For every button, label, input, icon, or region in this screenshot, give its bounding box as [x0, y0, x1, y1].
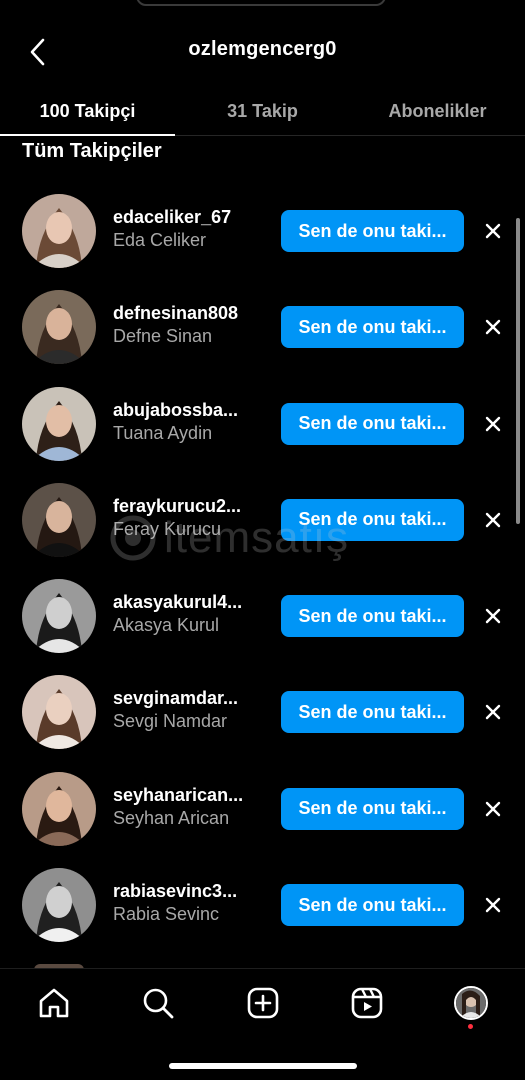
follower-username[interactable]: rabiasevinc3... — [113, 880, 263, 902]
follower-row[interactable]: rabiasevinc3... Rabia Sevinc Sen de onu ta… — [0, 856, 525, 952]
follower-avatar[interactable] — [22, 868, 96, 943]
follower-row[interactable]: akasyakurul4... Akasya Kurul Sen de onu ta… — [0, 567, 525, 663]
follower-names: akasyakurul4... Akasya Kurul — [113, 591, 263, 637]
remove-follower-button[interactable] — [480, 411, 506, 437]
tab-followers[interactable]: 100 Takipçi — [0, 86, 175, 136]
follow-back-button[interactable]: Sen de onu taki... — [281, 884, 464, 927]
follower-fullname: Sevgi Namdar — [113, 711, 228, 732]
watermark: itemsatış — [110, 508, 430, 568]
remove-follower-button[interactable] — [480, 699, 506, 725]
follower-row[interactable]: defnesinan808 Defne Sinan Sen de onu taki.… — [0, 278, 525, 374]
header: ozlemgencerg0 — [0, 24, 525, 76]
remove-follower-button[interactable] — [480, 507, 506, 533]
follower-avatar[interactable] — [22, 194, 96, 268]
follower-fullname: Akasya Kurul — [113, 615, 220, 636]
nav-search[interactable] — [140, 985, 176, 1021]
follower-username[interactable]: sevginamdar... — [113, 687, 263, 709]
remove-follower-button[interactable] — [480, 314, 506, 340]
section-title: Tüm Takipçiler — [22, 140, 162, 162]
home-indicator — [169, 1063, 357, 1069]
close-icon — [485, 705, 501, 720]
nav-profile[interactable] — [453, 985, 489, 1021]
follower-fullname: Eda Celiker — [113, 230, 207, 250]
follower-avatar[interactable] — [22, 386, 96, 461]
page-title: ozlemgencerg0 — [188, 38, 337, 60]
close-icon — [485, 608, 501, 624]
follower-username[interactable]: seyhanarican... — [113, 784, 263, 806]
notification-dot — [468, 1024, 473, 1029]
follow-back-button[interactable]: Sen de onu taki... — [281, 595, 464, 638]
nav-home[interactable] — [36, 985, 72, 1021]
close-icon — [485, 801, 501, 816]
remove-follower-button[interactable] — [480, 218, 506, 244]
follow-back-button[interactable]: Sen de onu taki... — [281, 691, 464, 734]
active-tab-indicator — [0, 134, 175, 136]
dynamic-island — [136, 0, 386, 6]
search-icon — [143, 988, 174, 1019]
watermark-text: itemsatış — [164, 513, 350, 562]
follower-names: rabiasevinc3... Rabia Sevinc — [113, 880, 263, 926]
follower-names: edaceliker_67 Eda Celiker — [113, 206, 263, 252]
reels-icon — [351, 987, 383, 1019]
follower-row[interactable]: seyhanarican... Seyhan Arican Sen de onu t… — [0, 760, 525, 856]
follower-names: abujabossba... Tuana Aydin — [113, 399, 263, 445]
follower-avatar[interactable] — [22, 675, 96, 750]
follower-row[interactable]: sevginamdar... Sevgi Namdar Sen de onu tak… — [0, 663, 525, 759]
follower-username[interactable]: akasyakurul4... — [113, 591, 263, 613]
follower-fullname: Defne Sinan — [113, 326, 213, 347]
scrollbar[interactable] — [516, 218, 520, 524]
close-icon — [485, 320, 501, 335]
nav-create[interactable] — [245, 985, 281, 1021]
follower-avatar[interactable] — [22, 482, 96, 557]
remove-follower-button[interactable] — [480, 796, 506, 822]
follower-names: defnesinan808 Defne Sinan — [113, 302, 263, 348]
close-icon — [485, 416, 501, 431]
follower-fullname: Tuana Aydin — [113, 422, 213, 443]
profile-avatar — [454, 986, 488, 1020]
follower-avatar[interactable] — [22, 290, 96, 365]
follower-fullname: Seyhan Arican — [113, 807, 230, 828]
remove-follower-button[interactable] — [480, 892, 506, 918]
follow-back-button[interactable]: Sen de onu taki... — [281, 210, 464, 252]
follower-fullname: Rabia Sevinc — [113, 904, 220, 925]
create-icon — [247, 987, 279, 1019]
remove-follower-button[interactable] — [480, 603, 506, 629]
nav-reels[interactable] — [349, 985, 385, 1021]
follower-avatar[interactable] — [22, 579, 96, 654]
follower-names: seyhanarican... Seyhan Arican — [113, 784, 263, 830]
watermark-logo-icon — [110, 515, 156, 561]
follow-back-button[interactable]: Sen de onu taki... — [281, 402, 464, 445]
follower-names: sevginamdar... Sevgi Namdar — [113, 687, 263, 733]
close-icon — [485, 512, 501, 528]
follow-back-button[interactable]: Sen de onu taki... — [281, 787, 464, 830]
home-icon — [39, 988, 69, 1018]
follow-back-button[interactable]: Sen de onu taki... — [281, 306, 464, 349]
follower-row[interactable]: abujabossba... Tuana Aydin Sen de onu taki… — [0, 375, 525, 471]
follower-avatar[interactable] — [22, 771, 96, 846]
follower-username[interactable]: edaceliker_67 — [113, 206, 263, 228]
close-icon — [485, 897, 501, 913]
tab-following[interactable]: 31 Takip — [175, 86, 350, 136]
follower-row[interactable]: edaceliker_67 Eda Celiker Sen de onu taki.… — [0, 182, 525, 278]
follower-username[interactable]: abujabossba... — [113, 399, 263, 421]
tab-subscriptions[interactable]: Abonelikler — [350, 86, 525, 136]
follower-username[interactable]: defnesinan808 — [113, 302, 263, 324]
close-icon — [485, 223, 501, 239]
tab-bar: 100 Takipçi 31 Takip Abonelikler — [0, 86, 525, 136]
